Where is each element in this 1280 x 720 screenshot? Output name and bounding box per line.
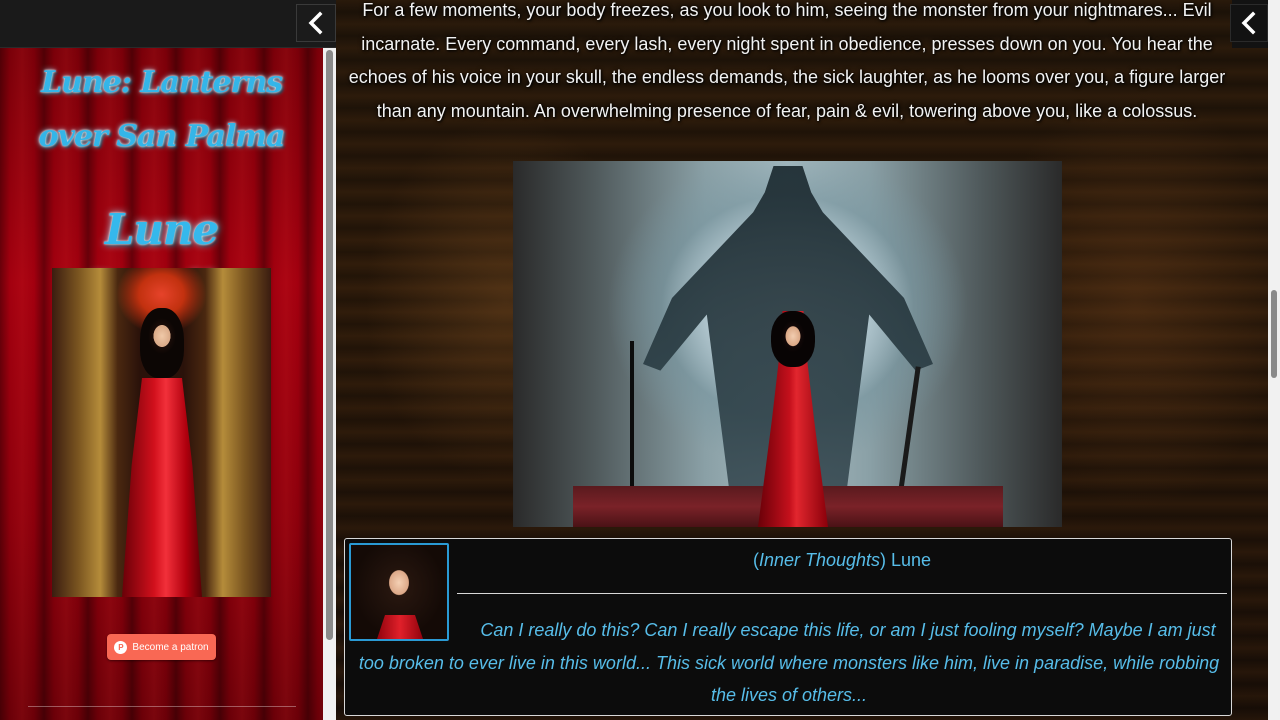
thought-speaker: Lune bbox=[886, 550, 932, 570]
scene-woman-head bbox=[771, 311, 815, 367]
portrait-figure-head bbox=[140, 308, 184, 378]
chat-area: For a few moments, your body freezes, as… bbox=[336, 0, 1268, 720]
main-scrollbar[interactable] bbox=[1268, 0, 1280, 720]
become-patron-button[interactable]: P Become a patron bbox=[107, 634, 216, 660]
sidebar-topbar bbox=[0, 0, 336, 48]
patron-button-label: Become a patron bbox=[132, 641, 209, 653]
chevron-left-icon bbox=[1241, 11, 1256, 35]
sidebar-collapse-button[interactable] bbox=[296, 4, 336, 42]
portrait-figure-dress bbox=[122, 378, 202, 597]
character-portrait bbox=[52, 268, 271, 597]
patreon-icon: P bbox=[114, 640, 128, 654]
main-scrollbar-thumb[interactable] bbox=[1271, 290, 1277, 378]
scene-image bbox=[513, 161, 1062, 527]
character-panel: Lune: Lanterns over San Palma Lune Sorel… bbox=[0, 48, 323, 720]
thought-tag: Inner Thoughts bbox=[758, 550, 881, 570]
narration-text: For a few moments, your body freezes, as… bbox=[348, 0, 1226, 121]
sidebar: Lune: Lanterns over San Palma Lune Sorel… bbox=[0, 0, 336, 720]
sidebar-scrollbar[interactable] bbox=[323, 48, 336, 720]
inner-thoughts-card: (Inner Thoughts) Lune Can I really do th… bbox=[344, 538, 1232, 716]
thought-divider bbox=[457, 593, 1227, 594]
sidebar-scrollbar-thumb[interactable] bbox=[326, 50, 333, 640]
story-title: Lune: Lanterns over San Palma bbox=[38, 65, 286, 154]
sidebar-divider bbox=[28, 706, 296, 707]
thought-text: Can I really do this? Can I really escap… bbox=[358, 620, 1220, 705]
thought-header: (Inner Thoughts) Lune bbox=[457, 549, 1227, 571]
main-collapse-button[interactable] bbox=[1230, 4, 1268, 42]
scene-cane-right bbox=[896, 366, 921, 506]
chevron-left-icon bbox=[308, 11, 323, 35]
